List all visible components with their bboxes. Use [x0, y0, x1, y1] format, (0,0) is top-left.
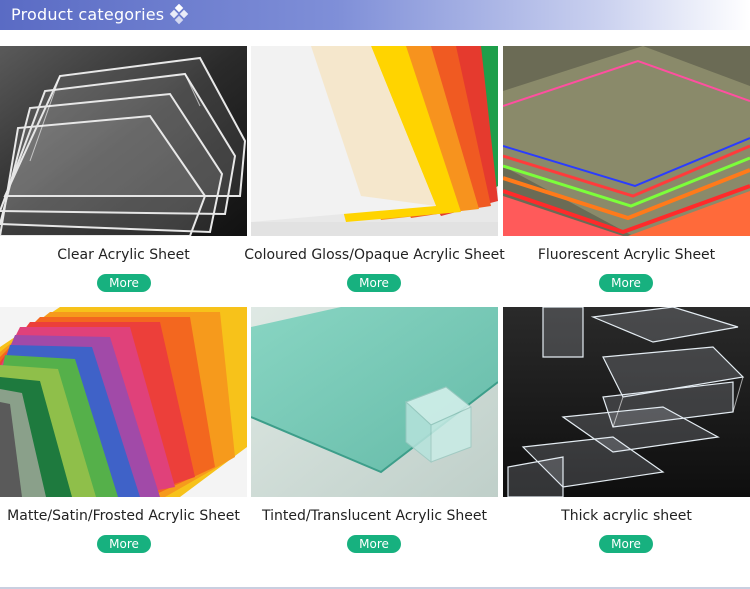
fluorescent-acrylic-image[interactable] [503, 46, 750, 236]
category-label[interactable]: Fluorescent Acrylic Sheet [493, 247, 750, 263]
more-button[interactable]: More [599, 274, 653, 292]
category-card-thick[interactable]: Thick acrylic sheet More [503, 307, 750, 557]
category-label[interactable]: Matte/Satin/Frosted Acrylic Sheet [0, 508, 257, 524]
section-header: Product categories [0, 0, 750, 30]
more-button[interactable]: More [97, 274, 151, 292]
coloured-acrylic-image[interactable] [251, 46, 498, 236]
more-button[interactable]: More [347, 274, 401, 292]
category-card-matte[interactable]: Matte/Satin/Frosted Acrylic Sheet More [0, 307, 247, 557]
category-label[interactable]: Thick acrylic sheet [493, 508, 750, 524]
diamond-cluster-icon [169, 4, 189, 25]
tinted-acrylic-image[interactable] [251, 307, 498, 497]
clear-acrylic-image[interactable] [0, 46, 247, 236]
category-card-clear[interactable]: Clear Acrylic Sheet More [0, 46, 247, 296]
more-button[interactable]: More [599, 535, 653, 553]
more-button[interactable]: More [97, 535, 151, 553]
matte-acrylic-image[interactable] [0, 307, 247, 497]
thick-acrylic-image[interactable] [503, 307, 750, 497]
category-card-coloured-gloss[interactable]: Coloured Gloss/Opaque Acrylic Sheet More [244, 46, 505, 296]
category-card-fluorescent[interactable]: Fluorescent Acrylic Sheet More [503, 46, 750, 296]
category-card-tinted[interactable]: Tinted/Translucent Acrylic Sheet More [251, 307, 498, 557]
category-label[interactable]: Clear Acrylic Sheet [0, 247, 257, 263]
more-button[interactable]: More [347, 535, 401, 553]
category-label[interactable]: Coloured Gloss/Opaque Acrylic Sheet [241, 247, 508, 263]
section-title: Product categories [11, 5, 165, 24]
category-label[interactable]: Tinted/Translucent Acrylic Sheet [241, 508, 508, 524]
